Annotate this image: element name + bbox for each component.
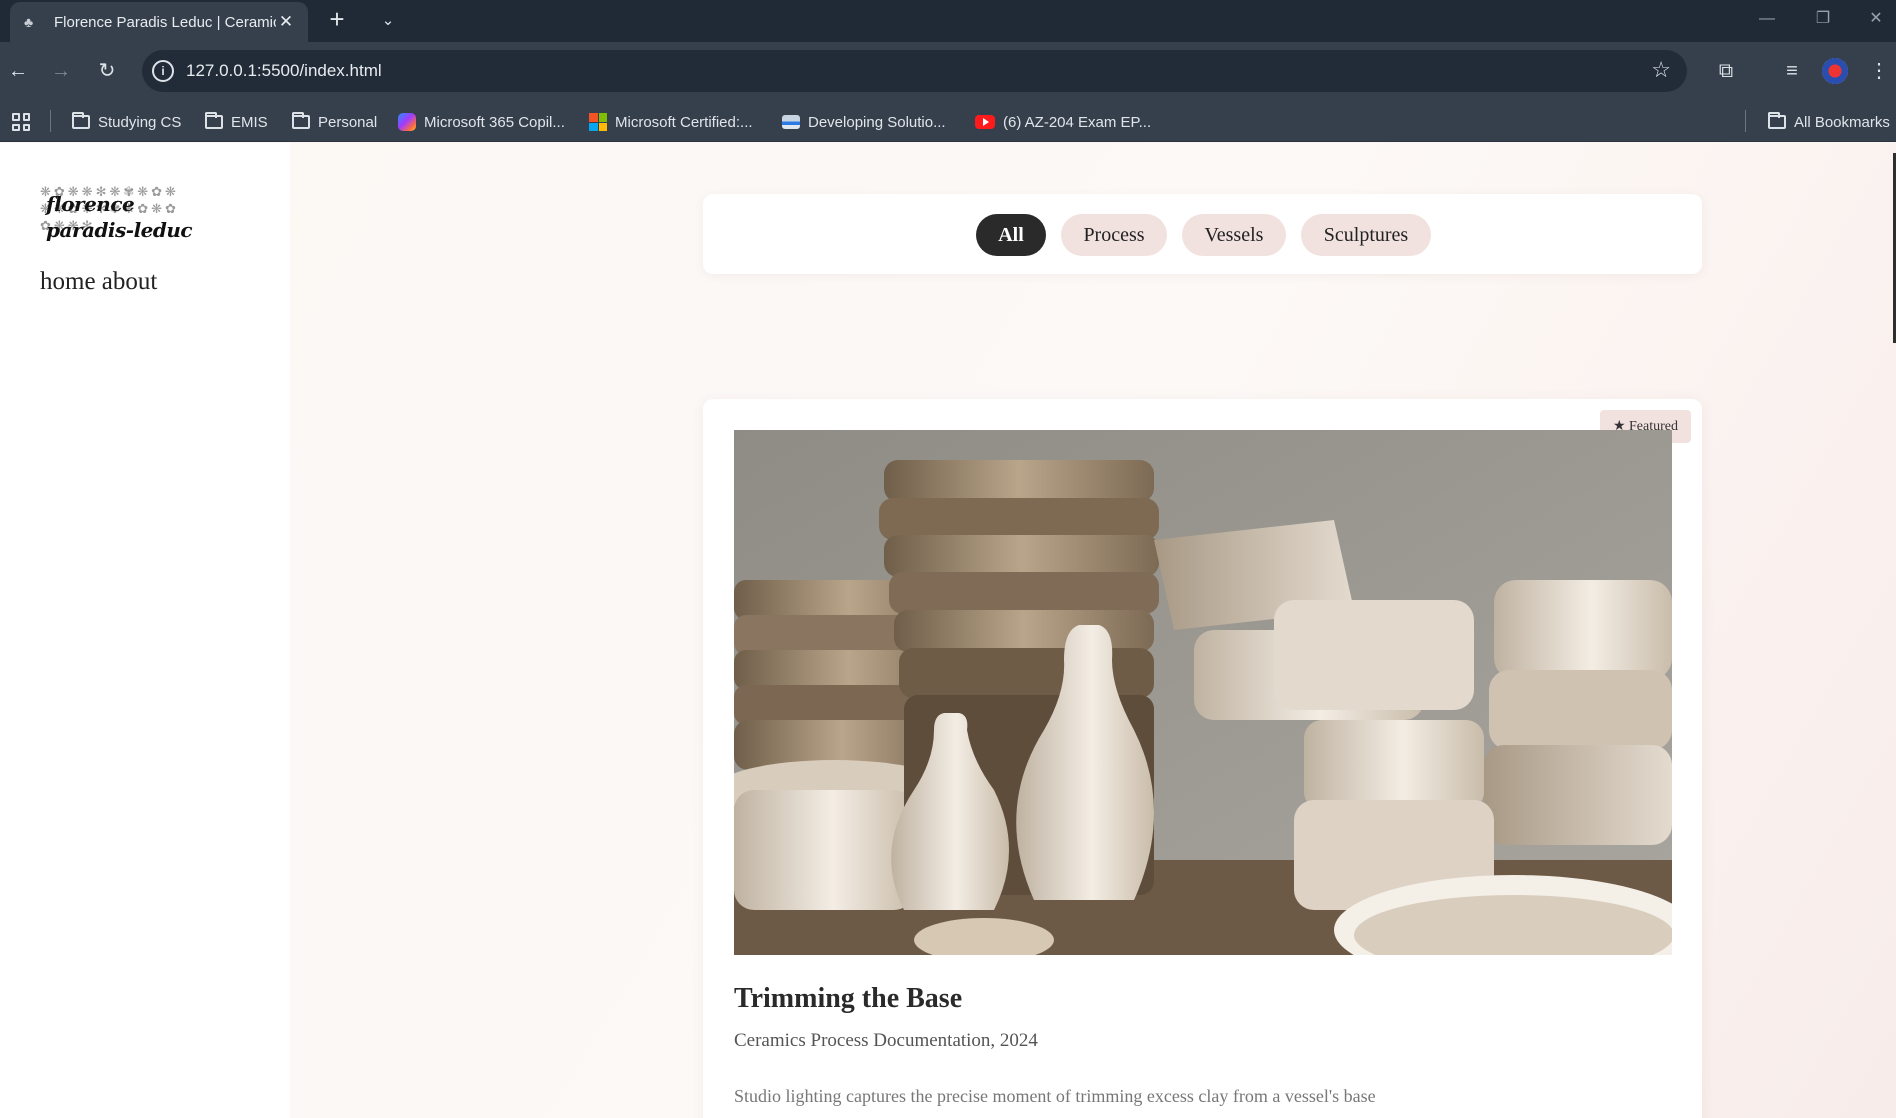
browser-tab[interactable]: ♣ Florence Paradis Leduc | Ceramics ✕: [10, 2, 308, 42]
new-tab-icon[interactable]: +: [322, 4, 352, 36]
address-bar[interactable]: i 127.0.0.1:5500/index.html ☆: [142, 50, 1687, 92]
tab-strip: ♣ Florence Paradis Leduc | Ceramics ✕ + …: [0, 0, 1896, 42]
project-title[interactable]: Trimming the Base: [734, 983, 962, 1015]
project-image[interactable]: [734, 430, 1672, 955]
bookmark-divider: [50, 110, 51, 132]
reload-icon[interactable]: ↻: [90, 54, 124, 88]
project-subtitle: Ceramics Process Documentation, 2024: [734, 1030, 1038, 1051]
site-info-icon[interactable]: i: [152, 60, 174, 82]
tab-search-chevron-icon[interactable]: ⌄: [373, 6, 403, 36]
youtube-icon: [975, 115, 995, 129]
project-description: Studio lighting captures the precise mom…: [734, 1086, 1376, 1106]
minimize-icon[interactable]: —: [1747, 4, 1787, 34]
folder-icon: [205, 112, 223, 129]
bookmark-microsoft-certified[interactable]: Microsoft Certified:...: [589, 111, 753, 133]
kebab-menu-icon[interactable]: ⋮: [1866, 54, 1892, 88]
bookmark-star-icon[interactable]: ☆: [1651, 57, 1671, 83]
microsoft-icon: [589, 113, 607, 131]
page-scrollbar[interactable]: [1892, 143, 1896, 1118]
close-window-icon[interactable]: ✕: [1859, 4, 1893, 34]
back-arrow-icon[interactable]: ←: [1, 54, 35, 88]
folder-icon: [292, 112, 310, 129]
folder-icon: [72, 112, 90, 129]
side-navigation: home about: [40, 268, 157, 296]
filter-chip-process[interactable]: Process: [1061, 214, 1167, 256]
bookmark-az204[interactable]: (6) AZ-204 Exam EP...: [975, 111, 1151, 133]
forward-arrow-icon[interactable]: →: [44, 54, 78, 88]
nav-link-home[interactable]: home: [40, 268, 96, 295]
filter-chip-all[interactable]: All: [976, 214, 1046, 256]
restore-icon[interactable]: ❐: [1803, 4, 1843, 34]
filter-chip-vessels[interactable]: Vessels: [1182, 214, 1286, 256]
bookmark-copilot[interactable]: Microsoft 365 Copil...: [398, 111, 565, 133]
nav-link-about[interactable]: about: [102, 268, 158, 295]
media-queue-icon[interactable]: ≡: [1775, 54, 1809, 88]
apps-grid-icon[interactable]: [12, 111, 38, 133]
bookmarks-bar: Studying CS EMIS Personal Microsoft 365 …: [0, 100, 1896, 142]
page-viewport: ❋✿❋❋✻❋✾❋✿❋ ❋❋✿❋✻✾❋✿❋✿ ✿❋❋✻ florence para…: [0, 143, 1896, 1118]
bookmark-developing-solutions[interactable]: Developing Solutio...: [782, 111, 946, 133]
logo-line-1: florence: [46, 192, 135, 216]
filter-chip-sculptures[interactable]: Sculptures: [1301, 214, 1431, 256]
featured-project-card[interactable]: ★ Featured Trimming the Base Ceramics Pr…: [703, 399, 1702, 1118]
folder-icon: [1768, 112, 1786, 129]
filter-bar: All Process Vessels Sculptures: [703, 194, 1702, 274]
bookmark-divider: [1745, 110, 1746, 132]
profile-avatar-icon[interactable]: [1822, 58, 1848, 84]
close-tab-icon[interactable]: ✕: [276, 12, 296, 32]
logo-line-2: paradis-leduc: [46, 218, 193, 242]
bookmark-personal[interactable]: Personal: [292, 111, 377, 133]
bookmark-studying-cs[interactable]: Studying CS: [72, 111, 181, 133]
site-favicon-icon: ♣: [24, 14, 34, 30]
bookmark-emis[interactable]: EMIS: [205, 111, 268, 133]
site-logo[interactable]: ❋✿❋❋✻❋✾❋✿❋ ❋❋✿❋✻✾❋✿❋✿ ✿❋❋✻ florence para…: [40, 183, 230, 249]
extensions-puzzle-icon[interactable]: ⧉: [1709, 54, 1743, 88]
copilot-icon: [398, 113, 416, 131]
docs-icon: [782, 115, 800, 129]
all-bookmarks-button[interactable]: All Bookmarks: [1768, 111, 1890, 133]
url-text[interactable]: 127.0.0.1:5500/index.html: [186, 61, 382, 81]
browser-toolbar: ← → ↻ i 127.0.0.1:5500/index.html ☆ ⧉ ≡ …: [0, 42, 1896, 100]
tab-title: Florence Paradis Leduc | Ceramics: [54, 13, 276, 31]
sidebar: ❋✿❋❋✻❋✾❋✿❋ ❋❋✿❋✻✾❋✿❋✿ ✿❋❋✻ florence para…: [0, 143, 290, 1118]
